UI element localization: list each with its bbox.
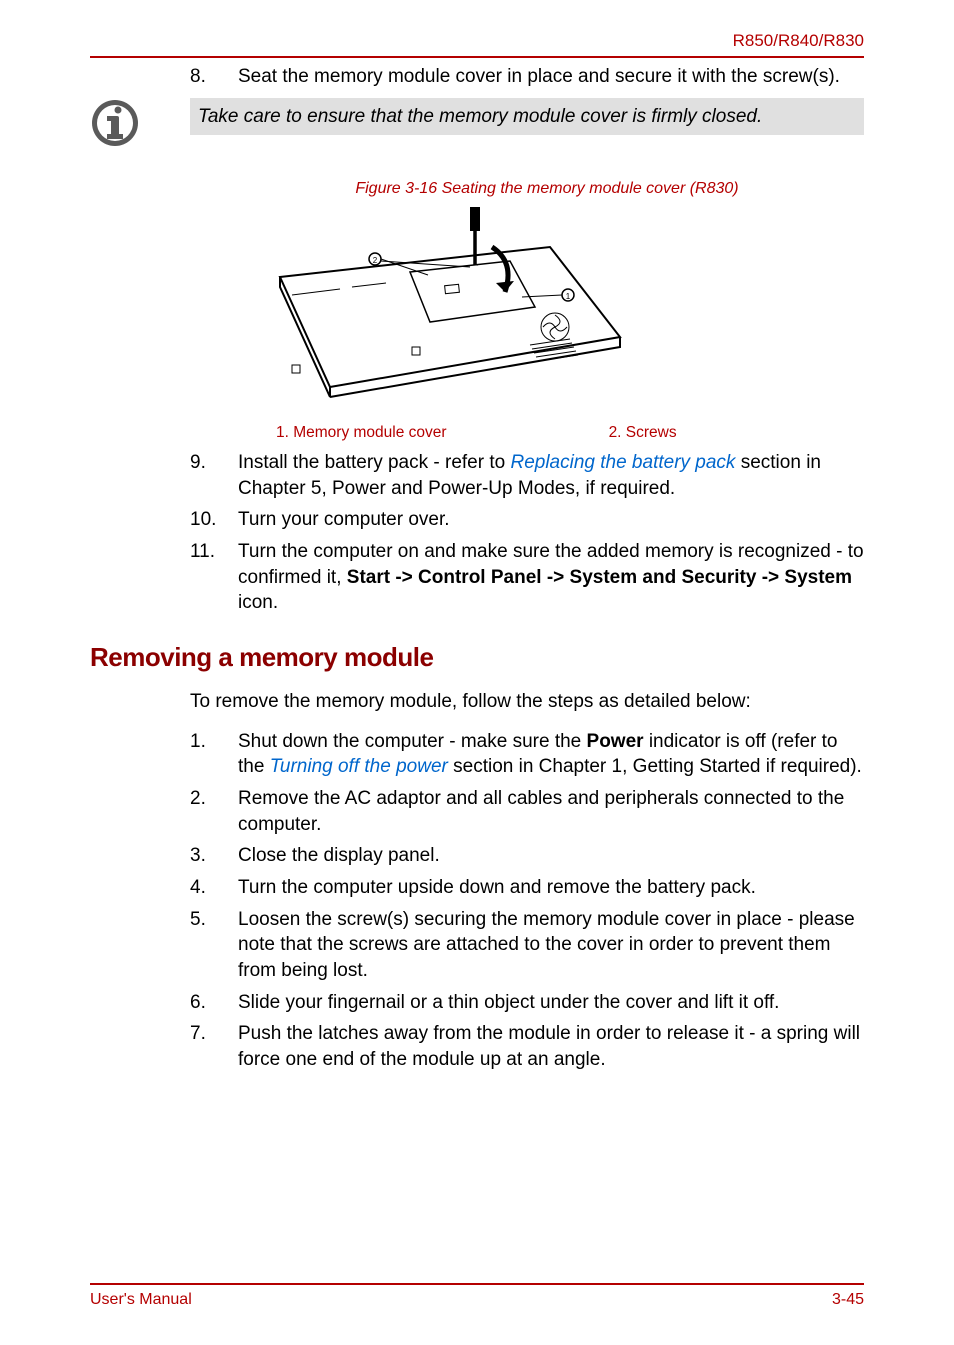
step-8-number: 8. — [190, 64, 238, 90]
step-9-number: 9. — [190, 450, 238, 501]
step-11-text: Turn the computer on and make sure the a… — [238, 539, 864, 616]
step-11-number: 11. — [190, 539, 238, 616]
step-10-text: Turn your computer over. — [238, 507, 864, 533]
section-intro: To remove the memory module, follow the … — [90, 689, 864, 715]
footer-page-number: 3-45 — [832, 1289, 864, 1311]
remove-step-1-text: Shut down the computer - make sure the P… — [238, 729, 864, 780]
footer-divider — [90, 1283, 864, 1285]
remove-step-7: 7. Push the latches away from the module… — [90, 1021, 864, 1072]
step-11: 11. Turn the computer on and make sure t… — [90, 539, 864, 616]
figure-legend-1: 1. Memory module cover — [276, 424, 447, 441]
remove-step-3-text: Close the display panel. — [238, 843, 864, 869]
remove-step-3-number: 3. — [190, 843, 238, 869]
replacing-battery-link[interactable]: Replacing the battery pack — [510, 452, 735, 473]
remove-step-1: 1. Shut down the computer - make sure th… — [90, 729, 864, 780]
r1-text-c: section in Chapter 1, Getting Started if… — [448, 756, 862, 777]
step-10-number: 10. — [190, 507, 238, 533]
remove-step-6-text: Slide your fingernail or a thin object u… — [238, 990, 864, 1016]
step-9-text: Install the battery pack - refer to Repl… — [238, 450, 864, 501]
step-11-text-b: icon. — [238, 592, 278, 613]
step-9-text-a: Install the battery pack - refer to — [238, 452, 510, 473]
figure-legend-2: 2. Screws — [609, 424, 677, 441]
svg-text:2: 2 — [373, 256, 378, 265]
step-8-text: Seat the memory module cover in place an… — [238, 64, 864, 90]
remove-step-2-text: Remove the AC adaptor and all cables and… — [238, 786, 864, 837]
remove-step-5: 5. Loosen the screw(s) securing the memo… — [90, 907, 864, 984]
figure-caption: Figure 3-16 Seating the memory module co… — [90, 178, 864, 200]
remove-step-4-text: Turn the computer upside down and remove… — [238, 875, 864, 901]
remove-step-2: 2. Remove the AC adaptor and all cables … — [90, 786, 864, 837]
info-icon — [90, 98, 140, 148]
note-callout: Take care to ensure that the memory modu… — [90, 98, 864, 148]
note-text: Take care to ensure that the memory modu… — [190, 98, 864, 136]
remove-step-4-number: 4. — [190, 875, 238, 901]
step-8: 8. Seat the memory module cover in place… — [90, 64, 864, 90]
remove-step-1-number: 1. — [190, 729, 238, 780]
r1-text-a: Shut down the computer - make sure the — [238, 731, 587, 752]
figure-diagram: 2 1 — [260, 207, 640, 417]
step-10: 10. Turn your computer over. — [90, 507, 864, 533]
remove-step-7-number: 7. — [190, 1021, 238, 1072]
figure-legend: 1. Memory module cover 2. Screws — [90, 423, 864, 444]
section-heading: Removing a memory module — [90, 640, 864, 675]
remove-step-6-number: 6. — [190, 990, 238, 1016]
step-9: 9. Install the battery pack - refer to R… — [90, 450, 864, 501]
page-content: 8. Seat the memory module cover in place… — [90, 64, 864, 1078]
remove-step-3: 3. Close the display panel. — [90, 843, 864, 869]
step-11-bold: Start -> Control Panel -> System and Sec… — [347, 567, 852, 588]
r1-bold: Power — [587, 731, 644, 752]
remove-step-5-text: Loosen the screw(s) securing the memory … — [238, 907, 864, 984]
remove-step-5-number: 5. — [190, 907, 238, 984]
svg-text:1: 1 — [566, 292, 571, 301]
remove-step-6: 6. Slide your fingernail or a thin objec… — [90, 990, 864, 1016]
footer-left: User's Manual — [90, 1289, 192, 1311]
turning-off-power-link[interactable]: Turning off the power — [270, 756, 448, 777]
remove-step-4: 4. Turn the computer upside down and rem… — [90, 875, 864, 901]
header-model: R850/R840/R830 — [733, 30, 864, 53]
remove-step-7-text: Push the latches away from the module in… — [238, 1021, 864, 1072]
remove-step-2-number: 2. — [190, 786, 238, 837]
header-divider — [90, 56, 864, 58]
